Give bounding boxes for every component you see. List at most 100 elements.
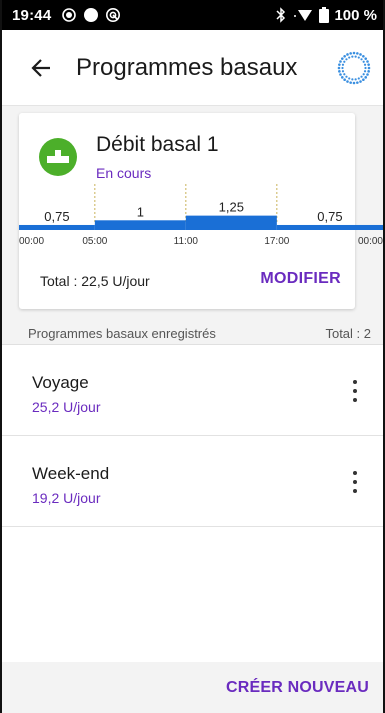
status-icons-left: [61, 7, 121, 23]
active-program-status: En cours: [96, 165, 152, 181]
program-rate: 19,2 U/jour: [32, 490, 101, 506]
back-arrow-icon[interactable]: [28, 55, 54, 81]
pod-logo-dot: [362, 60, 365, 63]
modify-button[interactable]: MODIFIER: [260, 270, 341, 288]
pod-logo-dot: [364, 56, 368, 60]
battery-percent: 100 %: [334, 6, 377, 24]
pod-logo-dot: [348, 55, 351, 59]
phone-frame: 19:44 100 % Programmes basaux Débit basa…: [0, 0, 385, 713]
pod-logo-dot: [345, 57, 348, 60]
bottom-action-bar: CRÉER NOUVEAU: [2, 662, 383, 713]
basal-rate-label: 1: [137, 204, 144, 219]
pod-logo-dot: [343, 54, 346, 58]
active-program-total: Total : 22,5 U/jour: [40, 273, 150, 289]
saved-programs-count: Total : 2: [325, 326, 371, 341]
pod-logo-dot: [367, 66, 371, 69]
list-item[interactable]: Voyage 25,2 U/jour: [2, 345, 383, 436]
pod-logo-dot: [359, 79, 362, 83]
pod-logo-dot: [348, 76, 351, 80]
app-bar: Programmes basaux: [2, 30, 383, 106]
pod-logo-dot: [366, 72, 369, 76]
basal-rate-label: 0,75: [44, 209, 69, 224]
pod-logo-dot: [351, 55, 354, 58]
pod-logo-dot: [364, 66, 367, 69]
pod-logo-dot: [367, 69, 370, 73]
pod-logo-dot: [337, 66, 341, 69]
pod-logo-dot: [367, 62, 370, 66]
list-empty-space: [2, 527, 383, 662]
pod-logo-dot: [351, 77, 354, 80]
active-program-card: Débit basal 1 En cours 0,75 1 1,25 0,75 00:0…: [19, 113, 383, 309]
active-program-icon: [39, 138, 77, 176]
saved-programs-header: Programmes basaux enregistrés Total : 2: [2, 323, 383, 345]
create-new-button[interactable]: CRÉER NOUVEAU: [226, 679, 369, 697]
bluetooth-icon: [276, 7, 286, 23]
pod-logo-icon: [337, 51, 371, 85]
pod-logo-dot: [354, 77, 357, 80]
pod-logo-dot: [362, 54, 365, 58]
pod-logo-dot: [340, 75, 344, 79]
pod-logo-dot: [343, 77, 346, 81]
basal-rate-bar: [185, 215, 277, 230]
time-tick-label: 11:00: [174, 236, 199, 247]
status-time: 19:44: [12, 6, 52, 24]
saved-programs-title: Programmes basaux enregistrés: [28, 326, 216, 341]
record-icon: [84, 8, 99, 22]
pod-logo-dot: [339, 72, 342, 76]
program-name: Voyage: [32, 373, 89, 392]
more-options-icon[interactable]: [351, 380, 359, 402]
pod-logo-dot: [357, 55, 360, 59]
pod-logo-dot: [343, 60, 346, 63]
pod-logo-dot: [340, 56, 344, 60]
pod-logo-dot: [346, 52, 349, 56]
pod-logo-dot: [345, 75, 348, 78]
pod-logo-dot: [363, 69, 367, 72]
time-tick-label: 00:00: [358, 236, 383, 247]
list-item[interactable]: Week-end 19,2 U/jour: [2, 436, 383, 527]
pod-logo-dot: [364, 75, 368, 79]
status-dot-icon: [62, 8, 77, 22]
program-name: Week-end: [32, 464, 110, 483]
pod-logo-dot: [363, 63, 367, 66]
more-options-icon[interactable]: [351, 471, 359, 493]
status-bar: 19:44 100 %: [2, 0, 383, 30]
pod-logo-dot: [359, 52, 362, 56]
pod-logo-dot: [357, 76, 360, 80]
pod-logo-dot: [362, 72, 365, 75]
battery-icon: [319, 7, 330, 23]
pod-logo-dot: [349, 51, 352, 55]
pod-logo-dot: [356, 51, 359, 55]
wifi-icon: [294, 10, 313, 21]
content-area: Débit basal 1 En cours 0,75 1 1,25 0,75 00:0…: [2, 106, 383, 662]
pod-logo-dot: [338, 69, 341, 73]
basal-rate-bar: [19, 224, 95, 230]
pod-logo-dot: [354, 55, 357, 58]
pod-logo-dot: [366, 59, 369, 63]
pod-logo-dot: [338, 62, 341, 66]
time-tick-label: 00:00: [19, 236, 44, 247]
page-title: Programmes basaux: [76, 53, 298, 81]
pod-logo-dot: [362, 77, 365, 81]
pod-logo-dot: [339, 59, 342, 63]
pod-logo-dot: [341, 66, 344, 69]
pod-logo-dot: [360, 75, 363, 78]
pod-logo-dot: [349, 80, 352, 84]
pod-logo-dot: [341, 69, 345, 72]
pod-logo-dot: [346, 79, 349, 83]
time-tick-label: 17:00: [264, 236, 289, 247]
active-program-name: Débit basal 1: [96, 133, 219, 156]
basal-rate-label: 1,25: [219, 200, 244, 215]
basal-rate-bar: [94, 220, 186, 230]
status-icons-right: 100 %: [275, 7, 377, 24]
time-tick-label: 05:00: [82, 236, 107, 247]
sync-icon: [106, 8, 121, 22]
saved-programs-list: Voyage 25,2 U/jour Week-end 19,2 U/jour: [2, 345, 383, 527]
basal-rate-chart: 0,75 1 1,25 0,75 00:00 05:00 11:00 17:00 00:00: [19, 184, 383, 247]
basal-rate-label: 0,75: [317, 209, 342, 224]
pod-logo-dot: [352, 51, 356, 54]
pod-logo-dot: [352, 81, 356, 84]
pod-logo-dot: [356, 80, 359, 84]
basal-rate-bar: [276, 224, 383, 230]
pod-logo-dot: [343, 72, 346, 75]
program-rate: 25,2 U/jour: [32, 399, 101, 415]
